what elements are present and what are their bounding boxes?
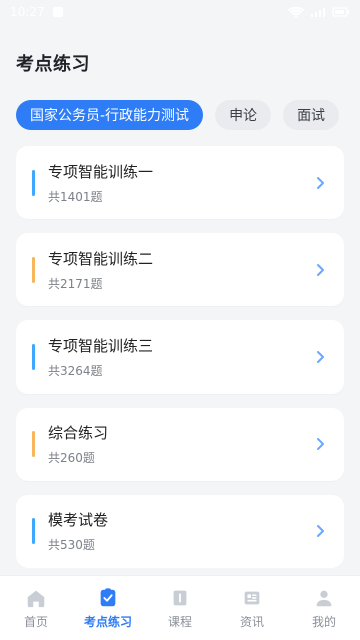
nav-news[interactable]: 资讯 — [216, 576, 288, 640]
chevron-right-icon[interactable] — [312, 523, 328, 539]
card-title: 综合练习 — [48, 424, 109, 443]
tab-label: 面试 — [297, 108, 326, 124]
nav-label: 我的 — [311, 614, 336, 629]
accent-bar — [32, 256, 35, 283]
status-bar: 10:27 — [0, 0, 360, 24]
practice-icon — [100, 587, 116, 606]
chevron-right-icon[interactable] — [312, 436, 328, 452]
profile-icon — [316, 590, 332, 606]
nav-course[interactable]: 课程 — [144, 576, 216, 640]
card-title: 专项智能训练三 — [48, 337, 154, 355]
card-count: 共1401题 — [48, 189, 103, 204]
course-icon — [173, 590, 187, 605]
nav-label: 首页 — [23, 614, 48, 629]
card-text: 专项智能训练二 共2171题 — [48, 248, 153, 292]
practice-card[interactable]: 专项智能训练二 共2171题 — [16, 233, 344, 307]
status-time: 10:27 — [10, 5, 45, 19]
bottom-navigation: 首页 考点练习 课程 资讯 我的 — [0, 575, 360, 640]
tab-essay[interactable]: 申论 — [215, 100, 272, 130]
signal-icon — [311, 8, 325, 17]
card-title: 专项智能训练一 — [48, 162, 154, 181]
card-count: 共530题 — [48, 538, 95, 553]
home-icon — [27, 590, 45, 607]
tabs: 国家公务员-行政能力测试 申论 面试 — [16, 100, 360, 130]
nav-label: 考点练习 — [83, 614, 132, 629]
status-left: 10:27 — [10, 5, 63, 19]
accent-bar — [32, 431, 35, 458]
tab-label: 国家公务员-行政能力测试 — [30, 108, 190, 124]
tab-label: 申论 — [229, 108, 258, 124]
card-count: 共260题 — [48, 451, 95, 466]
status-right — [288, 6, 350, 18]
wifi-icon — [288, 6, 304, 18]
card-text: 专项智能训练三 共3264题 — [48, 335, 153, 379]
card-title: 模考试卷 — [48, 511, 109, 530]
card-count: 共2171题 — [48, 276, 103, 291]
accent-bar — [32, 169, 35, 196]
practice-list: 专项智能训练一 共1401题 专项智能训练二 共2171题 专项智能训练三 共3… — [16, 146, 344, 568]
nav-home[interactable]: 首页 — [0, 576, 72, 640]
chevron-right-icon[interactable] — [312, 349, 328, 365]
accent-bar — [32, 518, 35, 545]
status-app-icon — [52, 7, 63, 17]
page-title: 考点练习 — [16, 54, 90, 75]
chevron-right-icon[interactable] — [312, 262, 328, 278]
header: 考点练习 — [16, 50, 90, 76]
practice-card[interactable]: 综合练习 共260题 — [16, 407, 344, 481]
nav-label: 资讯 — [239, 614, 264, 629]
card-text: 模考试卷 共530题 — [48, 509, 108, 553]
practice-card[interactable]: 专项智能训练一 共1401题 — [16, 146, 344, 220]
nav-profile[interactable]: 我的 — [288, 576, 360, 640]
news-icon — [244, 591, 260, 604]
nav-practice[interactable]: 考点练习 — [72, 576, 144, 640]
card-title: 专项智能训练二 — [48, 249, 154, 268]
tab-interview[interactable]: 面试 — [283, 100, 340, 130]
nav-label: 课程 — [167, 614, 192, 629]
card-count: 共3264题 — [48, 364, 103, 378]
practice-card[interactable]: 模考试卷 共530题 — [16, 494, 344, 568]
practice-card[interactable]: 专项智能训练三 共3264题 — [16, 320, 344, 394]
tab-civil-service-aptitude[interactable]: 国家公务员-行政能力测试 — [16, 100, 204, 130]
card-text: 综合练习 共260题 — [48, 422, 108, 466]
chevron-right-icon[interactable] — [312, 175, 328, 191]
card-text: 专项智能训练一 共1401题 — [48, 161, 153, 205]
accent-bar — [32, 344, 35, 370]
battery-icon — [332, 7, 350, 17]
